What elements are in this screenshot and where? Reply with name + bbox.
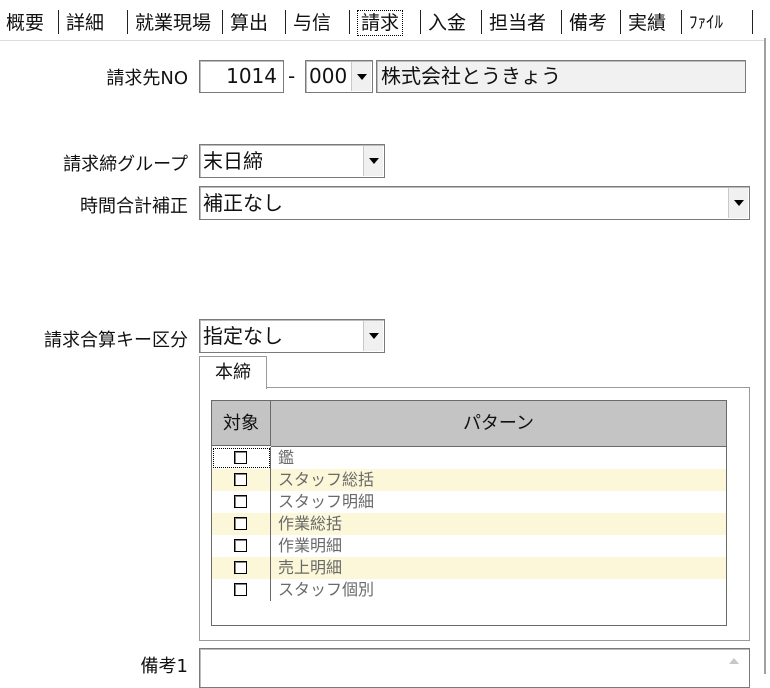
- tab-person-in-charge[interactable]: 担当者: [487, 8, 548, 38]
- scroll-up-arrow-icon[interactable]: [729, 658, 739, 664]
- remarks1-textarea[interactable]: [199, 648, 750, 688]
- billing-separator: -: [288, 64, 296, 88]
- closing-group-select[interactable]: 末日締: [199, 144, 385, 178]
- table-row: 作業総括: [212, 513, 726, 535]
- tab-notes[interactable]: 備考: [567, 8, 609, 38]
- pattern-label: 売上明細: [278, 558, 343, 577]
- target-checkbox[interactable]: [234, 451, 247, 464]
- target-cell: [212, 557, 271, 579]
- tab-divider: [349, 10, 350, 34]
- target-checkbox[interactable]: [234, 517, 247, 530]
- table-row: スタッフ総括: [212, 469, 726, 491]
- tab-bar: 概要 詳細 就業現場 算出 与信 請求 入金 担当者 備考 実績 ﾌｧｲﾙ: [0, 0, 770, 44]
- target-cell: [212, 579, 271, 601]
- column-header-target[interactable]: 対象: [212, 401, 271, 446]
- target-cell: [212, 513, 271, 535]
- pattern-label: 鑑: [278, 448, 295, 467]
- tab-divider: [58, 10, 59, 34]
- table-row: スタッフ個別: [212, 579, 726, 601]
- billing-branch-value: 000: [309, 64, 348, 88]
- tab-files[interactable]: ﾌｧｲﾙ: [687, 8, 725, 38]
- target-checkbox[interactable]: [234, 473, 247, 486]
- tab-details[interactable]: 詳細: [64, 8, 106, 38]
- panel-border-top: [0, 40, 766, 41]
- time-correction-label: 時間合計補正: [80, 196, 188, 217]
- time-correction-select[interactable]: 補正なし: [199, 186, 750, 220]
- tab-calculation[interactable]: 算出: [228, 8, 270, 38]
- tab-divider: [681, 10, 682, 34]
- tab-divider: [561, 10, 562, 34]
- pattern-label: スタッフ明細: [278, 492, 375, 511]
- tab-main-closing[interactable]: 本締: [199, 356, 267, 389]
- target-checkbox[interactable]: [234, 539, 247, 552]
- tab-payment[interactable]: 入金: [426, 8, 468, 38]
- dropdown-arrow-icon[interactable]: [363, 321, 383, 351]
- tab-billing[interactable]: 請求: [355, 8, 405, 38]
- tab-divider: [752, 10, 753, 34]
- tab-results[interactable]: 実績: [626, 8, 668, 38]
- target-checkbox[interactable]: [234, 583, 247, 596]
- tab-divider: [285, 10, 286, 34]
- billing-branch-select[interactable]: 000: [305, 60, 373, 93]
- target-cell: [212, 469, 271, 491]
- target-checkbox[interactable]: [234, 495, 247, 508]
- target-cell: [212, 447, 271, 469]
- panel-border-right: [764, 38, 766, 674]
- closing-group-label: 請求締グループ: [63, 154, 188, 175]
- billing-no-label: 請求先NO: [106, 68, 188, 89]
- sum-key-select[interactable]: 指定なし: [199, 319, 385, 353]
- remarks1-label: 備考1: [140, 656, 188, 677]
- table-row: スタッフ明細: [212, 491, 726, 513]
- tab-divider: [127, 10, 128, 34]
- tab-divider: [222, 10, 223, 34]
- tab-divider: [620, 10, 621, 34]
- target-checkbox[interactable]: [234, 561, 247, 574]
- pattern-label: スタッフ総括: [278, 470, 375, 489]
- pattern-label: 作業総括: [278, 514, 343, 533]
- table-row: 鑑: [212, 447, 726, 469]
- dropdown-arrow-icon[interactable]: [351, 62, 371, 91]
- closing-group-value: 末日締: [203, 149, 263, 173]
- time-correction-value: 補正なし: [203, 191, 283, 215]
- company-name-field: 株式会社とうきょう: [376, 60, 746, 93]
- table-row: 作業明細: [212, 535, 726, 557]
- dropdown-arrow-icon[interactable]: [363, 146, 383, 176]
- tab-overview[interactable]: 概要: [4, 8, 46, 38]
- dropdown-arrow-icon[interactable]: [728, 188, 748, 218]
- column-header-pattern[interactable]: パターン: [271, 401, 726, 447]
- tab-divider: [481, 10, 482, 34]
- tab-divider: [420, 10, 421, 34]
- tab-credit[interactable]: 与信: [291, 8, 333, 38]
- sum-key-value: 指定なし: [203, 324, 283, 348]
- billing-number-input[interactable]: 1014: [199, 60, 284, 93]
- sum-key-label: 請求合算キー区分: [44, 330, 188, 351]
- pattern-label: 作業明細: [278, 536, 343, 555]
- table-row: 売上明細: [212, 557, 726, 579]
- target-cell: [212, 491, 271, 513]
- pattern-label: スタッフ個別: [278, 580, 375, 599]
- pattern-grid: 対象 パターン 鑑 スタッフ総括 スタッフ明細 作業総括 作業明細 売上明細 ス…: [211, 400, 727, 626]
- tab-work-site[interactable]: 就業現場: [133, 8, 213, 38]
- target-cell: [212, 535, 271, 557]
